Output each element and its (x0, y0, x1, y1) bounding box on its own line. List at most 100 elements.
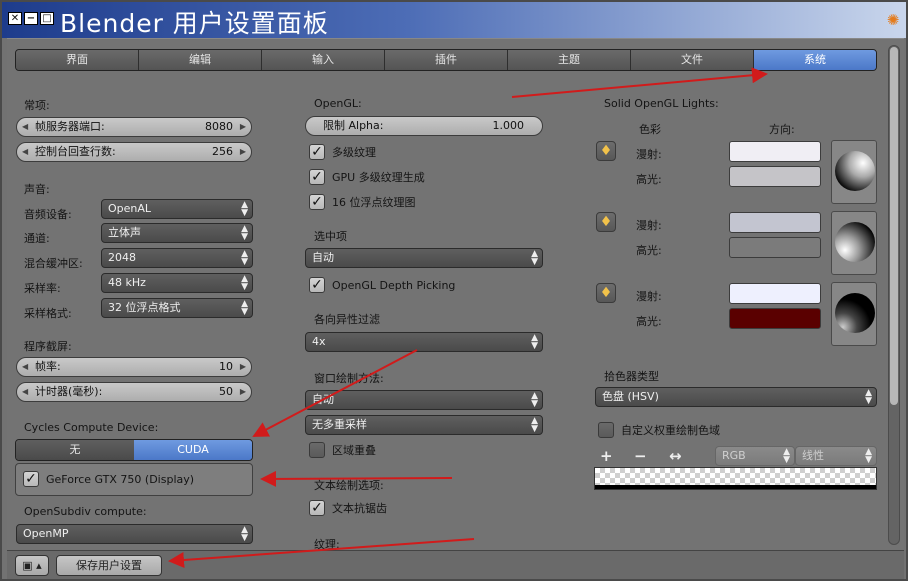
direction-ball-icon (835, 222, 875, 262)
cuda-device-checkbox[interactable]: ✓ GeForce GTX 750 (Display) (23, 471, 194, 487)
light-bulb-icon[interactable]: ♦ (596, 141, 616, 161)
minimize-window-button[interactable]: − (24, 12, 38, 25)
window-title: Blender 用户设置面板 (60, 9, 329, 38)
light3-direction-sphere[interactable] (831, 282, 877, 346)
dropdown-arrows-icon: ▲ ▼ (783, 447, 790, 465)
scrollbar-thumb[interactable] (890, 47, 898, 405)
dropdown-arrows-icon: ▲ ▼ (241, 299, 248, 317)
multisample-dropdown[interactable]: 无多重采样 ▲ ▼ (305, 415, 543, 435)
tab-system[interactable]: 系统 (754, 50, 876, 70)
tab-interface[interactable]: 界面 (16, 50, 139, 70)
increment-arrow-icon[interactable]: ▶ (240, 143, 246, 161)
mipmaps-checkbox[interactable]: ✓ 多级纹理 (309, 144, 376, 160)
add-stop-icon[interactable]: + (600, 447, 613, 465)
tab-file[interactable]: 文件 (631, 50, 754, 70)
light1-diffuse-label: 漫射: (636, 148, 662, 161)
custom-weight-checkbox[interactable]: 自定义权重绘制色域 (598, 422, 720, 438)
screencast-timer-field[interactable]: ◀ 计时器(毫秒): 50 ▶ (16, 382, 252, 402)
ramp-interpolation-dropdown[interactable]: 线性 ▲ ▼ (795, 446, 877, 466)
unchecked-box-icon (598, 422, 614, 438)
checkmark-icon: ✓ (309, 277, 325, 293)
light1-specular-swatch[interactable] (729, 166, 821, 187)
selection-method-dropdown[interactable]: 自动 ▲ ▼ (305, 248, 543, 268)
window-draw-method-dropdown[interactable]: 自动 ▲ ▼ (305, 390, 543, 410)
increment-arrow-icon[interactable]: ▶ (240, 118, 246, 136)
tab-input[interactable]: 输入 (262, 50, 385, 70)
light2-diffuse-swatch[interactable] (729, 212, 821, 233)
cuda-device-panel: ✓ GeForce GTX 750 (Display) (15, 463, 253, 496)
cycles-cuda-option[interactable]: CUDA (134, 440, 252, 460)
region-overlap-checkbox[interactable]: 区域重叠 (309, 442, 376, 458)
increment-arrow-icon[interactable]: ▶ (240, 383, 246, 401)
light2-direction-sphere[interactable] (831, 211, 877, 275)
dropdown-arrows-icon: ▲ ▼ (241, 274, 248, 292)
close-window-button[interactable]: ✕ (8, 12, 22, 25)
sound-header: 声音: (24, 183, 50, 196)
tab-addons[interactable]: 插件 (385, 50, 508, 70)
cycles-device-toggle: 无 CUDA (15, 439, 253, 461)
light-bulb-icon[interactable]: ♦ (596, 283, 616, 303)
console-scrollback-field[interactable]: ◀ 控制台回查行数: 256 ▶ (16, 142, 252, 162)
unchecked-box-icon (309, 442, 325, 458)
direction-ball-icon (835, 293, 875, 333)
audio-device-label: 音频设备: (24, 208, 72, 221)
screencast-fps-field[interactable]: ◀ 帧率: 10 ▶ (16, 357, 252, 377)
decrement-arrow-icon[interactable]: ◀ (22, 358, 28, 376)
sample-format-label: 采样格式: (24, 307, 72, 320)
selection-header: 选中项 (314, 230, 347, 243)
cycles-device-header: Cycles Compute Device: (24, 421, 159, 434)
light3-specular-swatch[interactable] (729, 308, 821, 329)
gpu-mipmap-checkbox[interactable]: ✓ GPU 多级纹理生成 (309, 169, 425, 185)
sample-rate-dropdown[interactable]: 48 kHz ▲ ▼ (101, 273, 253, 293)
maximize-window-button[interactable]: □ (40, 12, 54, 25)
editor-type-button[interactable]: ▣ ▴ (15, 555, 49, 576)
light3-specular-label: 高光: (636, 315, 662, 328)
color-picker-dropdown[interactable]: 色盘 (HSV) ▲ ▼ (595, 387, 877, 407)
blender-preferences-window: ✕ − □ Blender 用户设置面板 ✺ 界面 编辑 输入 插件 主题 文件… (0, 0, 908, 581)
decrement-arrow-icon[interactable]: ◀ (22, 118, 28, 136)
opensubdiv-dropdown[interactable]: OpenMP ▲ ▼ (16, 524, 253, 544)
flip-ramp-icon[interactable]: ↔ (669, 447, 682, 465)
checkmark-icon: ✓ (309, 500, 325, 516)
tab-themes[interactable]: 主题 (508, 50, 631, 70)
increment-arrow-icon[interactable]: ▶ (240, 358, 246, 376)
tab-editing[interactable]: 编辑 (139, 50, 262, 70)
dropdown-arrows-icon: ▲ ▼ (865, 447, 872, 465)
anisotropic-header: 各向异性过滤 (314, 313, 380, 326)
light3-diffuse-swatch[interactable] (729, 283, 821, 304)
mixing-buffer-dropdown[interactable]: 2048 ▲ ▼ (101, 248, 253, 268)
anisotropic-dropdown[interactable]: 4x ▲ ▼ (305, 332, 543, 352)
audio-device-dropdown[interactable]: OpenAL ▲ ▼ (101, 199, 253, 219)
dropdown-arrows-icon: ▲ ▼ (241, 249, 248, 267)
light1-direction-sphere[interactable] (831, 140, 877, 204)
color-ramp-preview[interactable] (594, 467, 877, 490)
decrement-arrow-icon[interactable]: ◀ (22, 143, 28, 161)
ramp-mode-dropdown[interactable]: RGB ▲ ▼ (715, 446, 795, 466)
frameserver-port-field[interactable]: ◀ 帧服务器端口: 8080 ▶ (16, 117, 252, 137)
limit-alpha-field[interactable]: 限制 Alpha: 1.000 (305, 116, 543, 136)
channels-dropdown[interactable]: 立体声 ▲ ▼ (101, 223, 253, 243)
float16-textures-checkbox[interactable]: ✓ 16 位浮点纹理图 (309, 194, 416, 210)
vertical-scrollbar[interactable] (888, 45, 900, 545)
dropdown-arrows-icon: ▲ ▼ (241, 525, 248, 543)
sample-format-dropdown[interactable]: 32 位浮点格式 ▲ ▼ (101, 298, 253, 318)
decrement-arrow-icon[interactable]: ◀ (22, 383, 28, 401)
blender-logo-icon: ✺ (886, 11, 900, 29)
dropdown-arrows-icon: ▲ ▼ (531, 333, 538, 351)
save-user-settings-button[interactable]: 保存用户设置 (56, 555, 162, 576)
light-bulb-icon[interactable]: ♦ (596, 212, 616, 232)
remove-stop-icon[interactable]: − (634, 447, 647, 465)
light2-specular-swatch[interactable] (729, 237, 821, 258)
mixing-buffer-label: 混合缓冲区: (24, 257, 83, 270)
depth-picking-checkbox[interactable]: ✓ OpenGL Depth Picking (309, 277, 455, 293)
channels-label: 通道: (24, 232, 50, 245)
lights-direction-column: 方向: (769, 123, 795, 136)
light2-specular-label: 高光: (636, 244, 662, 257)
window-draw-header: 窗口绘制方法: (314, 372, 384, 385)
checkmark-icon: ✓ (23, 471, 39, 487)
text-antialias-checkbox[interactable]: ✓ 文本抗锯齿 (309, 500, 387, 516)
light1-diffuse-swatch[interactable] (729, 141, 821, 162)
opensubdiv-header: OpenSubdiv compute: (24, 505, 147, 518)
lights-color-column: 色彩 (639, 123, 661, 136)
cycles-none-option[interactable]: 无 (16, 440, 134, 460)
